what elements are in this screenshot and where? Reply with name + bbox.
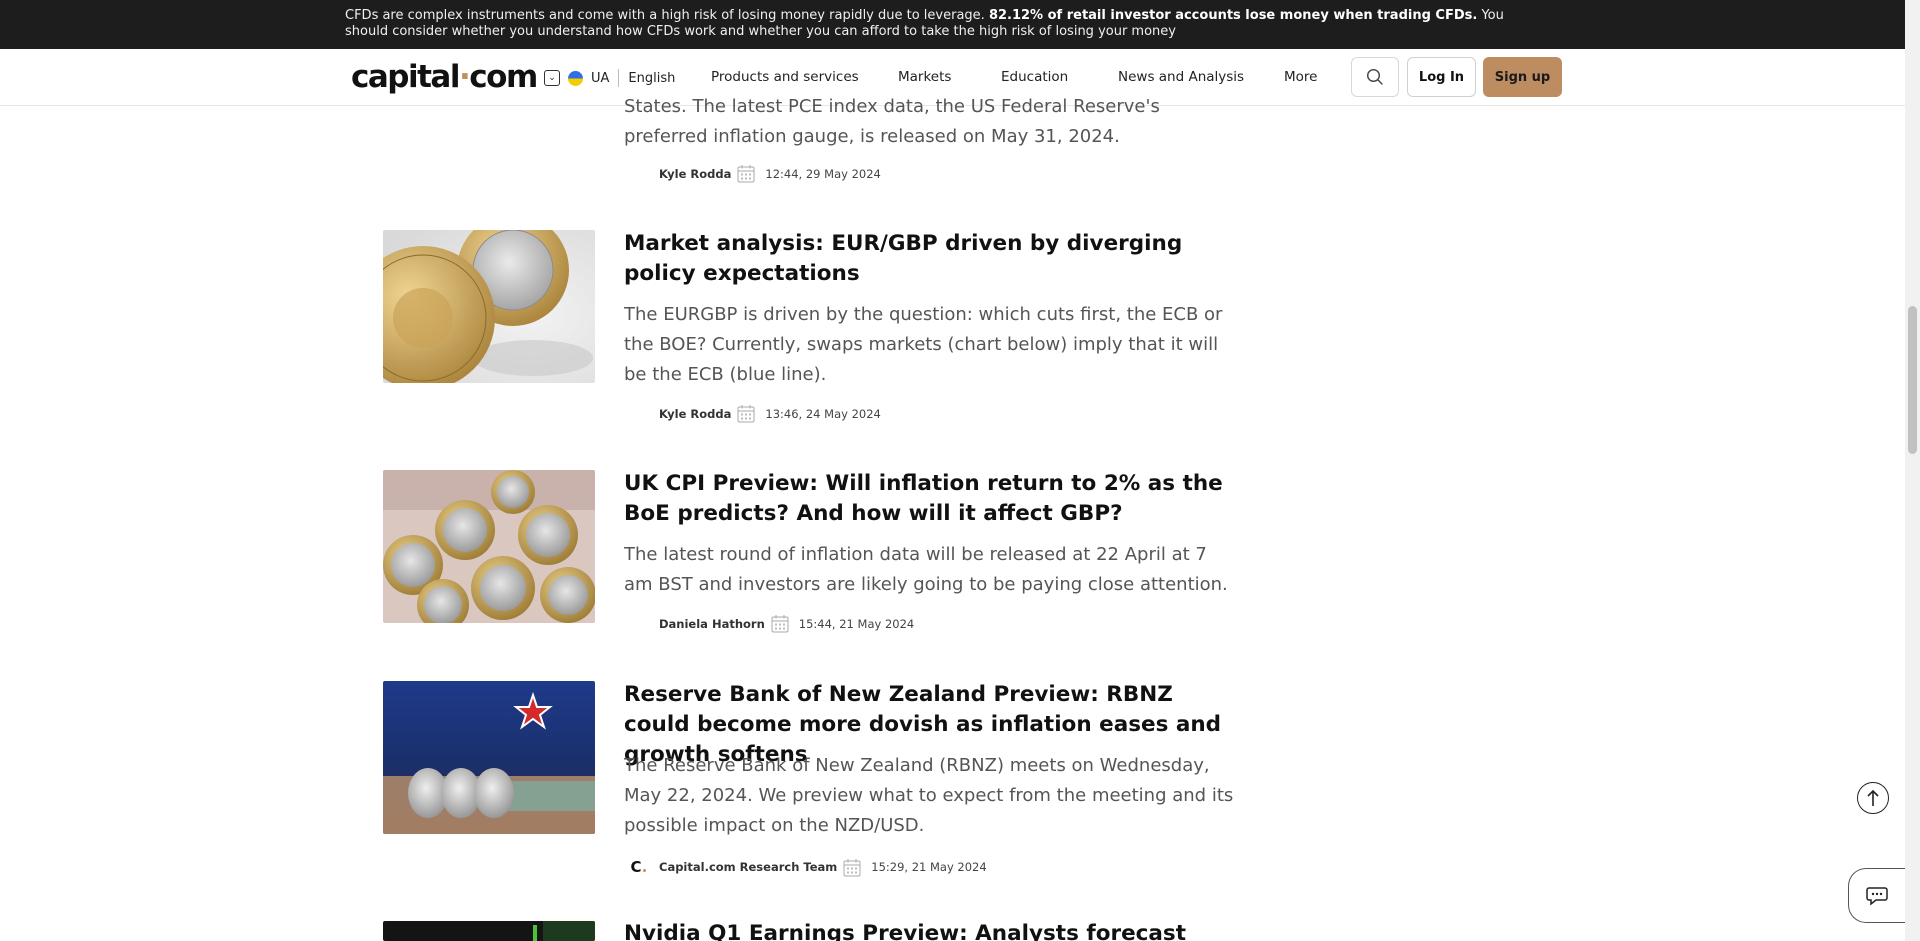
risk-warning-text: CFDs are complex instruments and come wi… xyxy=(345,8,1535,40)
chat-button[interactable] xyxy=(1848,868,1905,923)
article-meta: Kyle Rodda 12:44, 29 May 2024 xyxy=(659,164,881,183)
scrollbar-thumb[interactable] xyxy=(1908,306,1917,454)
calendar-icon xyxy=(843,858,861,876)
article-meta: Daniela Hathorn 15:44, 21 May 2024 xyxy=(659,614,914,633)
article-date: 15:29, 21 May 2024 xyxy=(871,860,987,874)
language-label: English xyxy=(628,70,676,86)
calendar-icon xyxy=(771,615,789,633)
chat-icon xyxy=(1866,886,1888,906)
nav-products-and-services[interactable]: Products and services xyxy=(711,69,859,85)
language-selector[interactable]: ⌄ UA English xyxy=(544,67,675,89)
logo-dot: · xyxy=(458,59,471,95)
nav-news-and-analysis[interactable]: News and Analysis xyxy=(1118,69,1244,85)
risk-text-bold: 82.12% of retail investor accounts lose … xyxy=(988,8,1478,23)
article-thumbnail-coins[interactable] xyxy=(383,230,595,383)
divider xyxy=(618,69,620,87)
article-date: 12:44, 29 May 2024 xyxy=(765,166,881,181)
chevron-down-icon: ⌄ xyxy=(544,70,560,86)
article-summary: The Reserve Bank of New Zealand (RBNZ) m… xyxy=(624,755,1234,836)
nav-markets[interactable]: Markets xyxy=(898,69,951,85)
article-summary: States. The latest PCE index data, the U… xyxy=(624,96,1160,147)
signup-button[interactable]: Sign up xyxy=(1483,57,1562,97)
calendar-icon xyxy=(737,165,755,183)
article-author[interactable]: Daniela Hathorn xyxy=(659,617,765,631)
article-summary: The EURGBP is driven by the question: wh… xyxy=(624,304,1223,385)
search-icon xyxy=(1366,68,1383,85)
page-scrollbar[interactable] xyxy=(1905,0,1920,941)
scroll-to-top-button[interactable] xyxy=(1857,782,1889,814)
nav-education[interactable]: Education xyxy=(1001,69,1068,85)
arrow-up-icon xyxy=(1867,789,1879,806)
article-title[interactable]: Nvidia Q1 Earnings Preview: Analysts for… xyxy=(624,919,1234,941)
capital-com-avatar-icon: C xyxy=(627,856,649,878)
article-title[interactable]: UK CPI Preview: Will inflation return to… xyxy=(624,469,1234,529)
risk-text-part: CFDs are complex instruments and come wi… xyxy=(345,8,989,23)
article-thumbnail-nz-flag-coins[interactable] xyxy=(383,681,595,834)
logo-main: capital xyxy=(351,59,460,95)
search-button[interactable] xyxy=(1351,57,1399,97)
ukraine-flag-icon xyxy=(568,70,583,86)
risk-warning-banner: CFDs are complex instruments and come wi… xyxy=(0,0,1905,49)
article-thumbnail-pound-coins[interactable] xyxy=(383,470,595,623)
capital-com-logo[interactable]: capital·com xyxy=(351,59,538,95)
article-date: 15:44, 21 May 2024 xyxy=(798,616,915,631)
article-meta: Kyle Rodda 13:46, 24 May 2024 xyxy=(659,404,881,423)
login-button[interactable]: Log In xyxy=(1407,57,1476,97)
nav-more[interactable]: More xyxy=(1284,69,1317,85)
article-date: 13:46, 24 May 2024 xyxy=(765,406,881,421)
region-code: UA xyxy=(591,70,610,86)
article-meta: C Capital.com Research Team 15:29, 21 Ma… xyxy=(627,856,987,878)
article-thumbnail-nvidia[interactable] xyxy=(383,921,595,941)
calendar-icon xyxy=(737,405,755,423)
article-summary: The latest round of inflation data will … xyxy=(624,544,1228,595)
article-author[interactable]: Capital.com Research Team xyxy=(659,860,837,874)
logo-tld: com xyxy=(469,59,538,95)
article-author[interactable]: Kyle Rodda xyxy=(659,407,731,421)
article-title[interactable]: Market analysis: EUR/GBP driven by diver… xyxy=(624,229,1234,289)
article-author[interactable]: Kyle Rodda xyxy=(659,167,731,181)
